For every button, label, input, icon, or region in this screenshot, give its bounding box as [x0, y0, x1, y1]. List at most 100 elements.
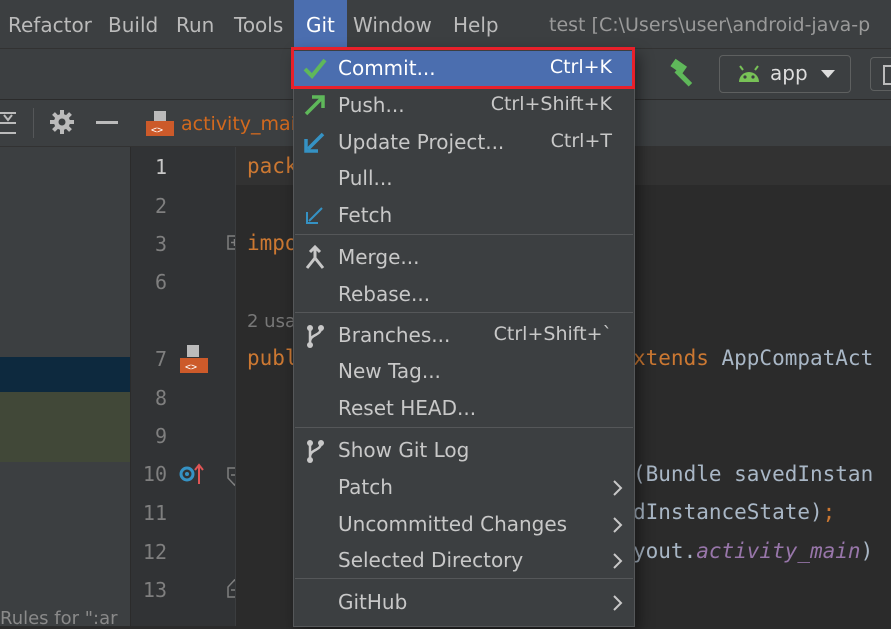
code-setcontentview: yout.activity_main): [633, 539, 873, 563]
menu-separator: [295, 578, 633, 579]
code-superclass: AppCompatAct: [708, 346, 874, 370]
line-number: 11: [142, 501, 167, 525]
line-number: 13: [142, 578, 167, 602]
merge-icon: [305, 244, 325, 269]
code-package-keyword: pack: [247, 154, 298, 178]
android-icon: [739, 65, 759, 82]
line-number: 10: [142, 462, 167, 486]
git-menu-push-label: Push...: [338, 93, 405, 117]
chevron-right-icon: [613, 553, 623, 569]
git-log-icon: [307, 440, 324, 463]
line-number: 12: [142, 540, 167, 564]
git-menu-uncommitted-changes-label: Uncommitted Changes: [338, 512, 568, 536]
line-number: 9: [154, 424, 167, 448]
git-menu-rebase[interactable]: Rebase...: [294, 277, 634, 314]
code-class-declaration: xtends AppCompatAct: [633, 346, 873, 370]
code-super-args: dInstanceState): [633, 500, 823, 524]
code-oncreate-params: (Bundle savedInstan: [633, 462, 874, 486]
git-menu-branches-label: Branches...: [338, 323, 451, 347]
code-layout-ref: yout.: [633, 539, 697, 563]
code-close-paren: ): [860, 539, 874, 563]
line-number: 1: [154, 155, 167, 179]
layout-file-icon: <>: [146, 111, 174, 136]
update-arrow-icon: [304, 132, 325, 153]
git-menu-update-project[interactable]: Update Project... Ctrl+T: [294, 125, 634, 162]
git-menu-new-tag[interactable]: New Tag...: [294, 354, 634, 391]
menu-refactor[interactable]: Refactor: [8, 0, 92, 48]
line-number: 7: [154, 347, 167, 371]
editor-tab-activity-main[interactable]: activity_main: [181, 113, 308, 135]
window-title: test [C:\Users\user\android-java-p: [549, 14, 871, 36]
menu-help[interactable]: Help: [453, 0, 499, 48]
git-menu-selected-directory-label: Selected Directory: [338, 548, 524, 572]
git-menu-fetch-label: Fetch: [338, 203, 393, 227]
git-menu-reset-head[interactable]: Reset HEAD...: [294, 391, 634, 428]
git-menu-merge[interactable]: Merge...: [294, 240, 634, 277]
chevron-right-icon: [613, 517, 623, 533]
device-selector[interactable]: [870, 57, 891, 91]
override-method-icon[interactable]: [178, 462, 206, 488]
git-menu-update-project-label: Update Project...: [338, 130, 505, 154]
project-tree-selected-row[interactable]: [0, 357, 130, 392]
push-arrow-icon: [304, 95, 325, 116]
gear-icon[interactable]: [49, 109, 75, 135]
svg-text:<>: <>: [151, 125, 163, 136]
git-menu-merge-label: Merge...: [338, 245, 420, 269]
menu-run[interactable]: Run: [176, 0, 214, 48]
line-number: 8: [154, 386, 167, 410]
menu-separator: [295, 234, 633, 235]
git-menu-push[interactable]: Push... Ctrl+Shift+K: [294, 88, 634, 125]
layout-file-gutter-icon[interactable]: <>: [178, 344, 208, 374]
branch-icon: [307, 325, 324, 348]
chevron-right-icon: [613, 480, 623, 496]
menu-tools[interactable]: Tools: [234, 0, 283, 48]
chevron-down-icon: [821, 70, 835, 78]
device-icon: [883, 65, 891, 85]
svg-text:<>: <>: [185, 362, 197, 373]
git-menu-patch-label: Patch: [338, 475, 393, 499]
git-menu-update-project-shortcut: Ctrl+T: [550, 130, 612, 152]
git-menu-pull[interactable]: Pull...: [294, 161, 634, 198]
chevron-right-icon: [613, 595, 623, 611]
menu-git[interactable]: Git: [294, 0, 347, 48]
git-menu-reset-head-label: Reset HEAD...: [338, 396, 477, 420]
line-number: 3: [154, 232, 167, 256]
toolbar-divider: [33, 108, 34, 138]
menu-window[interactable]: Window: [353, 0, 432, 48]
run-config-selector[interactable]: app: [719, 55, 851, 93]
menu-bar: Refactor Build Run Tools Git Window Help…: [0, 0, 891, 49]
git-menu-uncommitted-changes[interactable]: Uncommitted Changes: [294, 507, 634, 544]
git-menu-branches[interactable]: Branches... Ctrl+Shift+`: [294, 318, 634, 355]
git-menu-pull-label: Pull...: [338, 166, 393, 190]
hammer-icon[interactable]: [668, 58, 700, 88]
git-menu-rebase-label: Rebase...: [338, 282, 431, 306]
git-menu-push-shortcut: Ctrl+Shift+K: [490, 93, 612, 115]
code-public-keyword: publ: [247, 346, 298, 370]
git-menu-github[interactable]: GitHub: [294, 585, 634, 622]
git-menu-branches-shortcut: Ctrl+Shift+`: [493, 323, 612, 345]
code-import-keyword: impo: [247, 231, 298, 255]
code-activity-main-ref: activity_main: [696, 539, 861, 563]
code-semicolon: ;: [822, 500, 836, 524]
run-config-label: app: [770, 61, 808, 85]
git-menu: Commit... Ctrl+K Push... Ctrl+Shift+K Up…: [293, 48, 635, 627]
code-extends-keyword: xtends: [633, 346, 709, 370]
code-super-call: dInstanceState);: [633, 500, 835, 524]
project-tree-highlighted-row[interactable]: [0, 392, 130, 462]
git-menu-fetch[interactable]: Fetch: [294, 198, 634, 235]
usages-hint[interactable]: 2 usa: [247, 311, 296, 332]
commit-annotation-box: [291, 47, 635, 89]
menu-build[interactable]: Build: [108, 0, 158, 48]
git-menu-patch[interactable]: Patch: [294, 470, 634, 507]
collapse-all-icon[interactable]: [0, 110, 20, 136]
git-menu-new-tag-label: New Tag...: [338, 359, 441, 383]
menu-separator: [295, 312, 633, 313]
minimize-icon[interactable]: [96, 121, 118, 124]
line-number: 6: [154, 270, 167, 294]
git-menu-show-git-log-label: Show Git Log: [338, 438, 470, 462]
line-number: 2: [154, 194, 167, 218]
menu-separator: [295, 427, 633, 428]
git-menu-selected-directory[interactable]: Selected Directory: [294, 543, 634, 580]
git-menu-show-git-log[interactable]: Show Git Log: [294, 433, 634, 470]
git-menu-github-label: GitHub: [338, 590, 408, 614]
